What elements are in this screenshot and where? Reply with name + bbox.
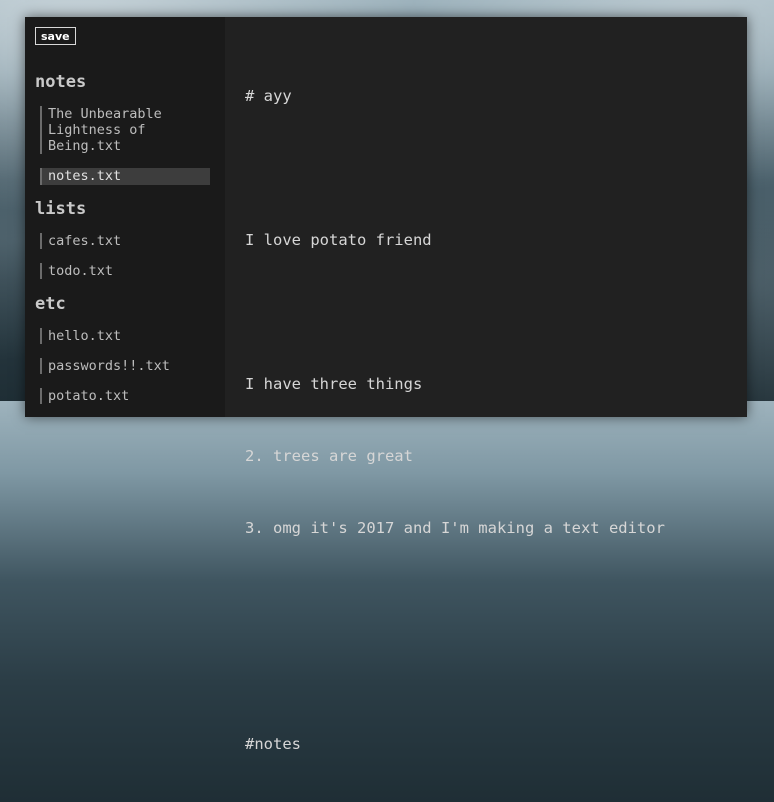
editor-line: 2. trees are great	[245, 447, 413, 465]
file-item-hello[interactable]: hello.txt	[40, 328, 210, 344]
save-button[interactable]: save	[35, 27, 76, 45]
editor-line: #notes	[245, 735, 301, 753]
section-title-etc: etc	[35, 294, 66, 314]
editor-line: 3. omg it's 2017 and I'm making a text e…	[245, 519, 665, 537]
text-editor[interactable]: # ayy I love potato friend I have three …	[225, 17, 747, 753]
editor-line: # ayy	[245, 87, 292, 105]
section-title-notes: notes	[35, 72, 87, 92]
file-item-todo[interactable]: todo.txt	[40, 263, 210, 279]
section-title-lists: lists	[35, 199, 87, 219]
editor-line: I have three things	[245, 375, 423, 393]
file-item-cafes[interactable]: cafes.txt	[40, 233, 210, 249]
editor-window: save notes The Unbearable Lightness of B…	[25, 17, 747, 753]
file-item-passwords[interactable]: passwords!!.txt	[40, 358, 210, 374]
sidebar: save notes The Unbearable Lightness of B…	[25, 17, 225, 417]
file-item-notes[interactable]: notes.txt	[40, 168, 210, 185]
file-item-unbearable-lightness[interactable]: The Unbearable Lightness of Being.txt	[40, 106, 190, 154]
file-item-potato[interactable]: potato.txt	[40, 388, 210, 404]
editor-line: I love potato friend	[245, 231, 432, 249]
